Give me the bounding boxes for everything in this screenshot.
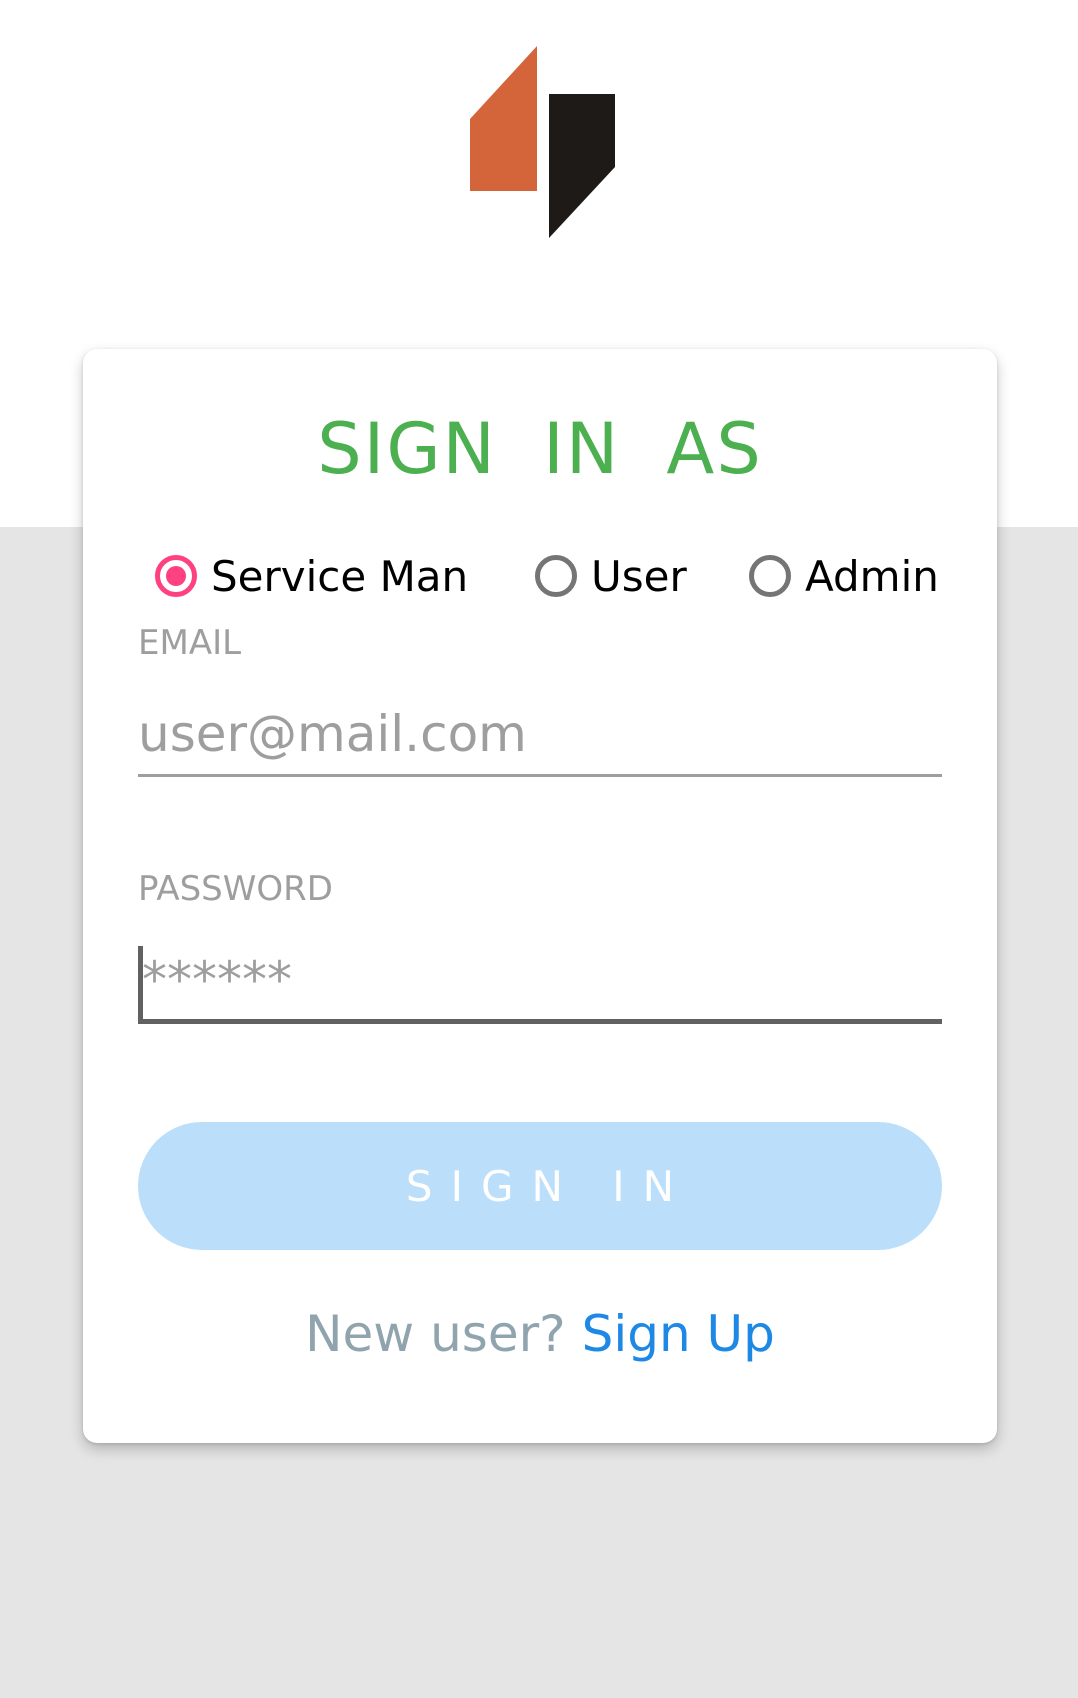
- email-field[interactable]: [138, 693, 942, 777]
- role-option-service-man[interactable]: Service Man: [155, 547, 468, 605]
- sign-in-button[interactable]: SIGN IN: [138, 1122, 942, 1250]
- brand-logo-icon: [470, 46, 615, 238]
- role-label-service-man: Service Man: [211, 551, 469, 601]
- role-option-admin[interactable]: Admin: [749, 547, 939, 605]
- text-cursor: [138, 946, 143, 1024]
- sign-in-title: SIGN IN AS: [317, 408, 763, 490]
- brand-logo: [470, 46, 616, 238]
- radio-unchecked-icon[interactable]: [749, 555, 791, 597]
- role-option-user[interactable]: User: [535, 547, 687, 605]
- role-label-admin: Admin: [805, 551, 939, 601]
- password-label: PASSWORD: [138, 869, 333, 909]
- role-label-user: User: [591, 551, 687, 601]
- password-field[interactable]: [138, 940, 942, 1024]
- sign-up-link[interactable]: Sign Up: [582, 1305, 775, 1363]
- signup-prompt-row: New user? Sign Up: [83, 1304, 997, 1364]
- sign-in-card: SIGN IN AS Service Man User Admin EMAIL …: [83, 349, 997, 1443]
- email-label: EMAIL: [138, 623, 242, 663]
- radio-unchecked-icon[interactable]: [535, 555, 577, 597]
- signup-prompt-text: New user?: [305, 1305, 566, 1363]
- radio-checked-icon[interactable]: [155, 555, 197, 597]
